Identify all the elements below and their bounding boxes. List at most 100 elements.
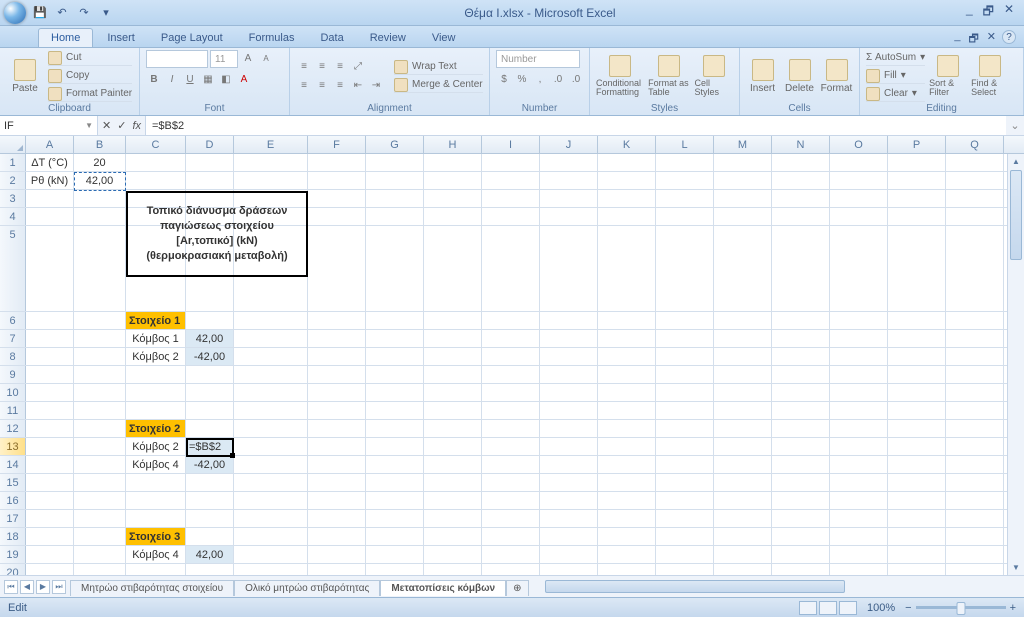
cell-K9[interactable] [598,366,656,383]
cell-Q17[interactable] [946,510,1004,527]
row-header-19[interactable]: 19 [0,546,26,563]
cell-B17[interactable] [74,510,126,527]
cell-F7[interactable] [308,330,366,347]
cell-L9[interactable] [656,366,714,383]
cell-Q20[interactable] [946,564,1004,575]
column-header-J[interactable]: J [540,136,598,153]
cell-D4[interactable] [186,208,234,225]
cell-K13[interactable] [598,438,656,455]
cell-O11[interactable] [830,402,888,419]
row-header-15[interactable]: 15 [0,474,26,491]
cell-H3[interactable] [424,190,482,207]
cell-M7[interactable] [714,330,772,347]
cell-A20[interactable] [26,564,74,575]
cell-B20[interactable] [74,564,126,575]
cell-E10[interactable] [234,384,308,401]
cell-E16[interactable] [234,492,308,509]
row-header-14[interactable]: 14 [0,456,26,473]
insert-cells-button[interactable]: Insert [746,59,779,94]
cell-E18[interactable] [234,528,308,545]
cell-L20[interactable] [656,564,714,575]
column-header-L[interactable]: L [656,136,714,153]
row-header-12[interactable]: 12 [0,420,26,437]
cell-O9[interactable] [830,366,888,383]
cell-B1[interactable]: 20 [74,154,126,171]
cell-I10[interactable] [482,384,540,401]
font-size-select[interactable]: 11 [210,50,238,68]
tab-data[interactable]: Data [308,29,355,47]
undo-icon[interactable]: ↶ [54,5,70,21]
cell-Q6[interactable] [946,312,1004,329]
clear-button[interactable]: Clear ▾ [866,86,925,102]
cell-L4[interactable] [656,208,714,225]
cell-D17[interactable] [186,510,234,527]
cell-I4[interactable] [482,208,540,225]
cell-H1[interactable] [424,154,482,171]
cell-A19[interactable] [26,546,74,563]
orientation-button[interactable]: ⤢ [350,59,366,75]
cell-N14[interactable] [772,456,830,473]
office-button[interactable] [4,2,26,24]
cell-D19[interactable]: 42,00 [186,546,234,563]
cell-L1[interactable] [656,154,714,171]
tab-review[interactable]: Review [358,29,418,47]
page-layout-view-button[interactable] [819,601,837,615]
number-format-select[interactable]: Number [496,50,580,68]
cell-Q4[interactable] [946,208,1004,225]
cell-B12[interactable] [74,420,126,437]
bold-button[interactable]: B [146,71,162,87]
cell-M16[interactable] [714,492,772,509]
cell-K10[interactable] [598,384,656,401]
redo-icon[interactable]: ↷ [76,5,92,21]
cell-E15[interactable] [234,474,308,491]
cell-F3[interactable] [308,190,366,207]
cell-Q12[interactable] [946,420,1004,437]
cell-J4[interactable] [540,208,598,225]
cell-M15[interactable] [714,474,772,491]
cell-H5[interactable] [424,226,482,311]
cell-K7[interactable] [598,330,656,347]
cell-D3[interactable] [186,190,234,207]
cell-K1[interactable] [598,154,656,171]
cell-E17[interactable] [234,510,308,527]
cell-D10[interactable] [186,384,234,401]
cell-M1[interactable] [714,154,772,171]
cell-E7[interactable] [234,330,308,347]
cell-F16[interactable] [308,492,366,509]
cell-D6[interactable] [186,312,234,329]
decrease-decimal-button[interactable]: .0 [568,71,584,87]
first-sheet-button[interactable]: ⏮ [4,580,18,594]
cell-H10[interactable] [424,384,482,401]
cell-N9[interactable] [772,366,830,383]
cell-G9[interactable] [366,366,424,383]
cell-B16[interactable] [74,492,126,509]
cell-A6[interactable] [26,312,74,329]
cell-L16[interactable] [656,492,714,509]
cell-L11[interactable] [656,402,714,419]
cell-H18[interactable] [424,528,482,545]
cell-I18[interactable] [482,528,540,545]
cell-E5[interactable] [234,226,308,311]
zoom-level[interactable]: 100% [867,602,895,614]
cell-N11[interactable] [772,402,830,419]
wrap-text-button[interactable]: Wrap Text [394,59,483,75]
cell-H2[interactable] [424,172,482,189]
cell-J6[interactable] [540,312,598,329]
cell-N8[interactable] [772,348,830,365]
cell-Q5[interactable] [946,226,1004,311]
cell-L14[interactable] [656,456,714,473]
cell-O8[interactable] [830,348,888,365]
cell-C11[interactable] [126,402,186,419]
border-button[interactable]: ▦ [200,71,216,87]
align-left-button[interactable]: ≡ [296,78,312,94]
cell-J5[interactable] [540,226,598,311]
cell-E3[interactable] [234,190,308,207]
cell-K20[interactable] [598,564,656,575]
cell-N15[interactable] [772,474,830,491]
cell-G18[interactable] [366,528,424,545]
cell-Q18[interactable] [946,528,1004,545]
cell-P2[interactable] [888,172,946,189]
cell-M2[interactable] [714,172,772,189]
cell-G17[interactable] [366,510,424,527]
align-center-button[interactable]: ≡ [314,78,330,94]
